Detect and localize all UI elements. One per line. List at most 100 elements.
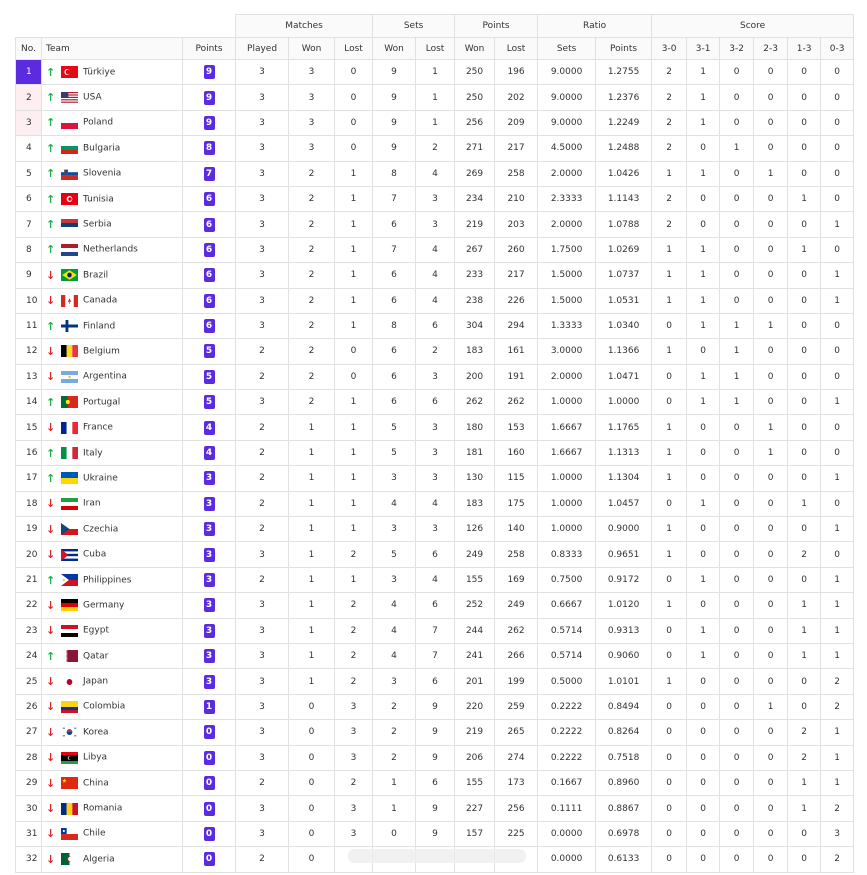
matches-lost-cell: 0 <box>334 84 374 111</box>
team-cell[interactable]: ↓ Colombia <box>41 693 183 721</box>
table-row[interactable]: 28 ↓ Libya 0 3 0 3 2 9 206 274 0.2222 0.7518 0 0 0 0 2 1 <box>15 744 855 771</box>
score-2-3-cell: 0 <box>753 719 789 746</box>
col-score-2-3[interactable]: 2-3 <box>753 37 789 60</box>
col-played[interactable]: Played <box>235 37 290 60</box>
table-row[interactable]: 31 ↓ Chile 0 3 0 3 0 9 157 225 0.0000 0.6978 0 0 0 0 0 3 <box>15 820 855 848</box>
team-cell[interactable]: ↓ Canada <box>41 287 183 314</box>
team-cell[interactable]: ↓ Korea <box>41 719 183 746</box>
team-cell[interactable]: ↑ Bulgaria <box>41 135 183 162</box>
team-cell[interactable]: ↓ Japan <box>41 668 183 695</box>
team-cell[interactable]: ↑ Philippines <box>41 566 183 594</box>
col-points-lost[interactable]: Lost <box>494 37 539 60</box>
table-row[interactable]: 25 ↓ Japan 3 3 1 2 3 6 201 199 0.5000 1.0101 1 0 0 0 0 2 <box>15 668 855 695</box>
col-points-won[interactable]: Won <box>454 37 496 60</box>
team-cell[interactable]: ↓ Romania <box>41 795 183 822</box>
points-won-cell: 219 <box>454 211 496 238</box>
table-row[interactable]: 3 ↑ Poland 9 3 3 0 9 1 256 209 9.0000 1.2249 2 1 0 0 0 0 <box>15 109 855 137</box>
rank-cell: 1 <box>15 58 42 86</box>
team-cell[interactable]: ↓ Chile <box>41 820 183 848</box>
col-ratio-sets[interactable]: Sets <box>537 37 597 60</box>
team-cell[interactable]: ↑ Serbia <box>41 211 183 238</box>
team-cell[interactable]: ↑ Italy <box>41 439 183 467</box>
team-cell[interactable]: ↓ Egypt <box>41 617 183 644</box>
sets-won-cell: 6 <box>372 338 417 365</box>
team-cell[interactable]: ↓ Algeria <box>41 846 183 873</box>
table-row[interactable]: 10 ↓ Canada 6 3 2 1 6 4 238 226 1.5000 1.0531 1 1 0 0 0 1 <box>15 287 855 314</box>
col-matches-lost[interactable]: Lost <box>334 37 374 60</box>
team-cell[interactable]: ↓ Cuba <box>41 541 183 568</box>
table-row[interactable]: 16 ↑ Italy 4 2 1 1 5 3 181 160 1.6667 1.1313 1 0 0 1 0 0 <box>15 439 855 467</box>
team-cell[interactable]: ↓ Iran <box>41 490 183 518</box>
col-no[interactable]: No. <box>15 37 42 60</box>
team-cell[interactable]: ↑ Ukraine <box>41 465 183 492</box>
team-cell[interactable]: ↑ USA <box>41 84 183 111</box>
score-3-2-cell: 0 <box>719 262 755 289</box>
sets-lost-cell: 9 <box>415 719 456 746</box>
table-row[interactable]: 24 ↑ Qatar 3 3 1 2 4 7 241 266 0.5714 0.9060 0 1 0 0 1 1 <box>15 642 855 670</box>
matches-won-cell: 1 <box>288 668 336 695</box>
col-matches-won[interactable]: Won <box>288 37 336 60</box>
points-cell: 6 <box>181 211 237 238</box>
table-row[interactable]: 29 ↓ China 0 2 0 2 1 6 155 173 0.1667 0.8960 0 0 0 0 1 1 <box>15 769 855 797</box>
table-row[interactable]: 12 ↓ Belgium 5 2 2 0 6 2 183 161 3.0000 1.1366 1 0 1 0 0 0 <box>15 338 855 365</box>
table-row[interactable]: 5 ↑ Slovenia 7 3 2 1 8 4 269 258 2.0000 1.0426 1 1 0 1 0 0 <box>15 160 855 187</box>
table-row[interactable]: 20 ↓ Cuba 3 3 1 2 5 6 249 258 0.8333 0.9651 1 0 0 0 2 0 <box>15 541 855 568</box>
team-cell[interactable]: ↑ Türkiye <box>41 58 183 86</box>
table-row[interactable]: 27 ↓ Korea 0 3 0 3 2 9 219 265 0.2222 0.8264 0 0 0 0 2 1 <box>15 719 855 746</box>
trend-up-icon: ↑ <box>46 141 56 155</box>
team-cell[interactable]: ↑ Tunisia <box>41 185 183 213</box>
table-row[interactable]: 8 ↑ Netherlands 6 3 2 1 7 4 267 260 1.7500 1.0269 1 1 0… <box>15 236 855 264</box>
col-score-3-1[interactable]: 3-1 <box>686 37 721 60</box>
team-cell[interactable]: ↑ Slovenia <box>41 160 183 187</box>
col-score-1-3[interactable]: 1-3 <box>787 37 822 60</box>
team-cell[interactable]: ↑ Portugal <box>41 389 183 416</box>
matches-lost-cell: 3 <box>334 795 374 822</box>
table-row[interactable]: 18 ↓ Iran 3 2 1 1 4 4 183 175 1.0000 1.0457 0 1 0 0 1 0 <box>15 490 855 518</box>
col-score-3-0[interactable]: 3-0 <box>651 37 688 60</box>
table-row[interactable]: 19 ↓ Czechia 3 2 1 1 3 3 126 140 1.0000 0.9000 1 0 0 0 0 1 <box>15 516 855 543</box>
table-row[interactable]: 23 ↓ Egypt 3 3 1 2 4 7 244 262 0.5714 0.9313 0 1 0 0 1 1 <box>15 617 855 644</box>
col-score-0-3[interactable]: 0-3 <box>820 37 855 60</box>
team-cell[interactable]: ↓ China <box>41 769 183 797</box>
score-2-3-cell: 0 <box>753 185 789 213</box>
table-row[interactable]: 1 ↑ Türkiye 9 3 3 0 9 1 250 196 9.0000 1.2755 2 1 0 0 0 0 <box>15 58 855 86</box>
table-row[interactable]: 22 ↓ Germany 3 3 1 2 4 6 252 249 0.6667 1.0120 1 0 0 0 1 1 <box>15 592 855 619</box>
team-cell[interactable]: ↑ Finland <box>41 312 183 340</box>
table-row[interactable]: 2 ↑ USA 9 3 3 0 9 1 250 202 9.0000 1.2376 2 1 0 0 0 0 <box>15 84 855 111</box>
team-cell[interactable]: ↑ Qatar <box>41 642 183 670</box>
ratio-points-cell: 0.8264 <box>595 719 653 746</box>
table-row[interactable]: 15 ↓ France 4 2 1 1 5 3 180 153 1.6667 1.1765 1 0 0 1 0 0 <box>15 414 855 441</box>
col-score-3-2[interactable]: 3-2 <box>719 37 755 60</box>
team-cell[interactable]: ↓ Germany <box>41 592 183 619</box>
team-cell[interactable]: ↓ Libya <box>41 744 183 771</box>
score-3-2-cell: 0 <box>719 211 755 238</box>
col-sets-won[interactable]: Won <box>372 37 417 60</box>
team-cell[interactable]: ↓ Brazil <box>41 262 183 289</box>
flag-ca-icon <box>61 294 78 307</box>
score-0-3-cell: 1 <box>820 769 855 797</box>
table-row[interactable]: 4 ↑ Bulgaria 8 3 3 0 9 2 271 217 4.5000 1.2488 2 0 1 0 0 0 <box>15 135 855 162</box>
team-cell[interactable]: ↓ France <box>41 414 183 441</box>
table-row[interactable]: 9 ↓ Brazil 6 3 2 1 6 4 233 217 1.5000 1.0737 1 1 0 0 0 1 <box>15 262 855 289</box>
table-row[interactable]: 30 ↓ Romania 0 3 0 3 1 9 227 256 0.1111 0.8867 0 0 0 0 1 2 <box>15 795 855 822</box>
table-row[interactable]: 7 ↑ Serbia 6 3 2 1 6 3 219 203 2.0000 1.0788 2 0 0 0 0 1 <box>15 211 855 238</box>
table-row[interactable]: 11 ↑ Finland 6 3 2 1 8 6 304 294 1.3333 1.0340 0 1 1 1 0 0 <box>15 312 855 340</box>
table-row[interactable]: 6 ↑ Tunisia 6 3 2 1 7 3 234 210 2.3333 1.1143 2 0 0 0 1 0 <box>15 185 855 213</box>
table-row[interactable]: 13 ↓ Argentina 5 2 2 0 6 3 200 191 2.0000 1.0471 0 1 1 0… <box>15 363 855 391</box>
table-row[interactable]: 17 ↑ Ukraine 3 2 1 1 3 3 130 115 1.0000 1.1304 1 0 0 0 0 1 <box>15 465 855 492</box>
col-team[interactable]: Team <box>41 37 183 60</box>
table-row[interactable]: 26 ↓ Colombia 1 3 0 3 2 9 220 259 0.2222 0.8494 0 0 0 1 0… <box>15 693 855 721</box>
table-row[interactable]: 14 ↑ Portugal 5 3 2 1 6 6 262 262 1.0000 1.0000 0 1 1 0 0… <box>15 389 855 416</box>
team-name: Poland <box>83 117 114 128</box>
team-cell[interactable]: ↑ Poland <box>41 109 183 137</box>
team-cell[interactable]: ↑ Netherlands <box>41 236 183 264</box>
team-cell[interactable]: ↓ Belgium <box>41 338 183 365</box>
col-ratio-points[interactable]: Points <box>595 37 653 60</box>
col-sets-lost[interactable]: Lost <box>415 37 456 60</box>
table-row[interactable]: 21 ↑ Philippines 3 2 1 1 3 4 155 169 0.7500 0.9172 0 1… <box>15 566 855 594</box>
team-cell[interactable]: ↓ Argentina <box>41 363 183 391</box>
trend-down-icon: ↓ <box>46 624 56 638</box>
ratio-points-cell: 1.0737 <box>595 262 653 289</box>
team-cell[interactable]: ↓ Czechia <box>41 516 183 543</box>
col-points[interactable]: Points <box>181 37 237 60</box>
